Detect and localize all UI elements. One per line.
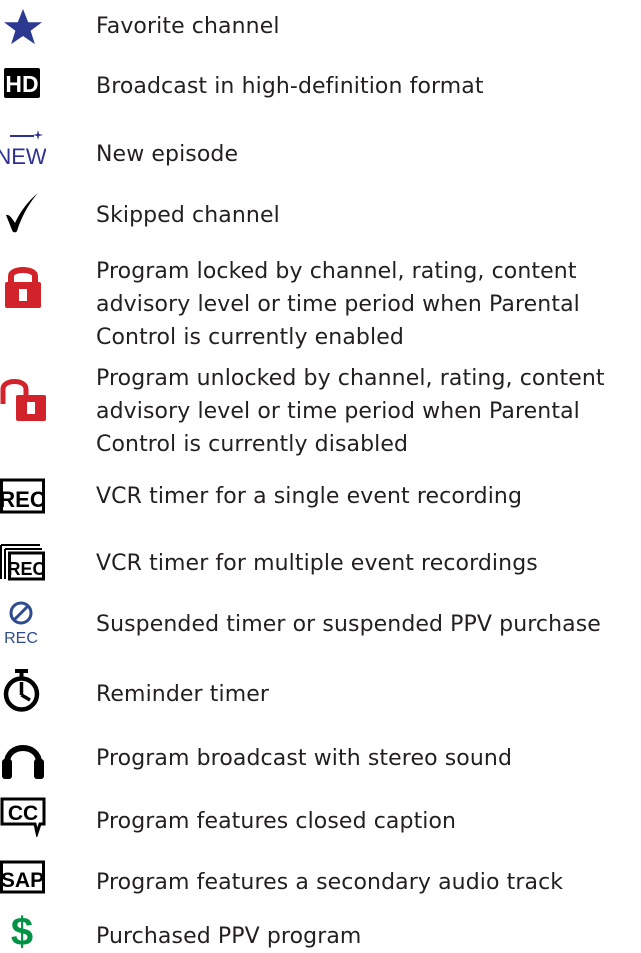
svg-text:$: $: [11, 914, 33, 950]
legend-label: Favorite channel: [96, 14, 280, 39]
legend-row-suspended: REC Suspended timer or suspended PPV pur…: [0, 596, 641, 656]
rec-suspended-icon: REC: [4, 601, 38, 647]
legend-row-hd: HD Broadcast in high-definition format: [0, 64, 641, 110]
legend-row-stereo: Program broadcast with stereo sound: [0, 732, 641, 782]
svg-text:REC: REC: [4, 630, 38, 647]
legend-row-sap: SAP Program features a secondary audio t…: [0, 858, 641, 904]
legend-row-new: NEW New episode: [0, 128, 641, 174]
legend-row-cc: CC Program features closed caption: [0, 795, 641, 845]
svg-text:REC: REC: [7, 559, 45, 579]
dollar-icon: $: [11, 914, 33, 950]
rec-icon: REC: [0, 478, 46, 514]
legend-label: Reminder timer: [96, 682, 270, 707]
legend-label: New episode: [96, 142, 239, 167]
legend-row-unlocked: Program unlocked by channel, rating, con…: [0, 356, 641, 460]
legend-row-locked: Program locked by channel, rating, conte…: [0, 249, 641, 353]
legend-label: VCR timer for multiple event recordings: [96, 551, 538, 576]
svg-text:NEW: NEW: [0, 144, 46, 169]
legend-row-rec-single: REC VCR timer for a single event recordi…: [0, 474, 641, 520]
svg-text:REC: REC: [0, 487, 46, 512]
legend-row-favorite: Favorite channel: [0, 4, 641, 50]
lock-closed-icon: [5, 267, 41, 308]
legend-label: Program features closed caption: [96, 809, 457, 834]
legend-row-skipped: Skipped channel: [0, 189, 641, 235]
hd-icon: HD: [4, 68, 40, 98]
legend-row-rec-multiple: REC VCR timer for multiple event recordi…: [0, 539, 641, 585]
legend-label: Program features a secondary audio track: [96, 870, 564, 895]
legend-label: Suspended timer or suspended PPV purchas…: [96, 612, 601, 637]
legend-label: Program unlocked by channel, rating, con…: [96, 366, 605, 457]
legend-label: Purchased PPV program: [96, 924, 362, 949]
svg-text:CC: CC: [8, 802, 38, 825]
rec-multiple-icon: REC: [0, 544, 46, 581]
legend-label: Skipped channel: [96, 203, 280, 228]
legend-row-reminder: Reminder timer: [0, 666, 641, 716]
legend-label: VCR timer for a single event recording: [96, 484, 523, 509]
icon-legend: Favorite channel HD Broadcast in high-de…: [0, 0, 641, 953]
stopwatch-icon: [3, 669, 40, 712]
checkmark-icon: [6, 193, 38, 233]
svg-text:SAP: SAP: [1, 869, 44, 892]
legend-label: Program locked by channel, rating, conte…: [96, 259, 580, 350]
new-icon: NEW: [0, 130, 46, 169]
legend-label: Program broadcast with stereo sound: [96, 746, 513, 771]
svg-text:HD: HD: [5, 71, 38, 97]
legend-label: Broadcast in high-definition format: [96, 74, 484, 99]
lock-open-icon: [0, 379, 46, 421]
headphones-icon: [2, 745, 44, 779]
cc-icon: CC: [0, 797, 46, 837]
legend-row-ppv: $ Purchased PPV program: [0, 914, 641, 953]
star-icon: [4, 8, 42, 45]
sap-icon: SAP: [0, 860, 45, 894]
